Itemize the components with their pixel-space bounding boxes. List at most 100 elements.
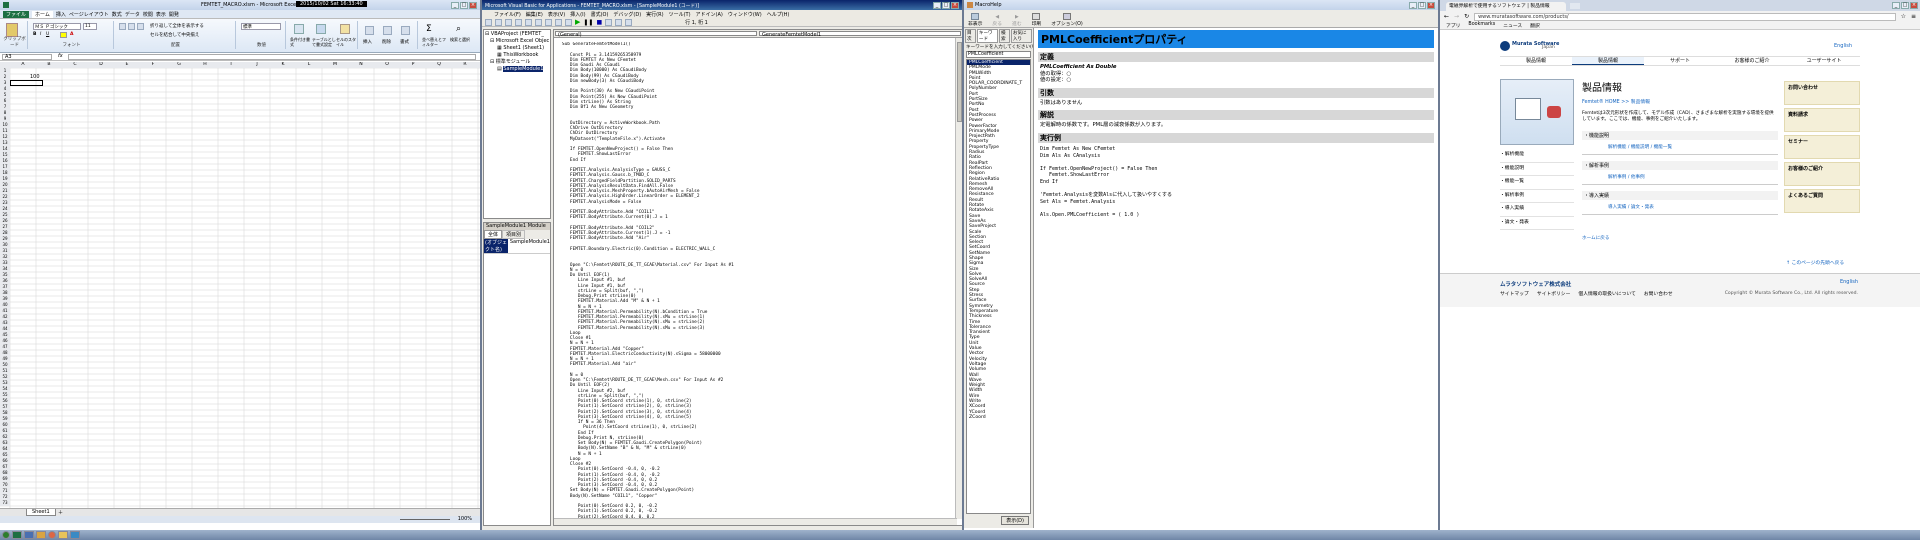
menu-icon[interactable]: ≡ xyxy=(1911,13,1916,20)
align-middle-icon[interactable] xyxy=(128,23,135,30)
tab-insert[interactable]: 挿入 xyxy=(56,11,66,18)
footer-link[interactable]: お問い合わせ xyxy=(1644,290,1673,297)
footer-english[interactable]: English xyxy=(1840,279,1858,285)
scroll-thumb[interactable] xyxy=(957,42,962,122)
save-icon[interactable] xyxy=(505,18,512,26)
redo-icon[interactable] xyxy=(565,18,572,26)
font-name-select[interactable]: ＭＳ Ｐゴシック xyxy=(33,23,81,30)
paste-icon[interactable] xyxy=(6,23,18,37)
merge-center-button[interactable]: セルを結合して中央揃え xyxy=(150,32,199,38)
column-header-h[interactable]: H xyxy=(192,62,218,68)
nav-customers[interactable]: お客様のご紹介 xyxy=(1716,57,1788,65)
close-icon[interactable]: × xyxy=(1427,1,1435,9)
feature-link[interactable]: 解析機能 / 機能説明 / 機能一覧 xyxy=(1582,140,1778,154)
tab-formulas[interactable]: 数式 xyxy=(112,11,122,18)
sigma-icon[interactable]: Σ xyxy=(426,24,432,34)
column-header-i[interactable]: I xyxy=(218,62,244,68)
column-header-d[interactable]: D xyxy=(88,62,114,68)
back-button[interactable]: ◀ 戻る xyxy=(992,15,1002,27)
properties-icon[interactable] xyxy=(625,18,633,26)
menu-window[interactable]: ウィンドウ(W) xyxy=(728,11,762,18)
tree-sheet1[interactable]: ▦ Sheet1 (Sheet1) xyxy=(485,45,549,52)
nav-user-site[interactable]: ユーザーサイト xyxy=(1788,57,1860,65)
find-icon[interactable] xyxy=(545,18,552,26)
back-arrow-icon[interactable]: ← xyxy=(1444,13,1449,20)
address-bar[interactable]: www.muratasoftware.com/products/ xyxy=(1474,12,1896,21)
wrap-text-button[interactable]: 折り返して全体を表示する xyxy=(150,23,204,29)
cut-icon[interactable] xyxy=(515,18,522,26)
bookmark-translate[interactable]: 翻訳 xyxy=(1530,22,1540,29)
keyword-list-item[interactable]: ZCoord xyxy=(967,415,1030,420)
bookmark-bookmarks[interactable]: Bookmarks xyxy=(1468,22,1495,29)
minimize-icon[interactable]: _ xyxy=(1409,1,1417,9)
underline-button[interactable]: U xyxy=(46,32,49,37)
display-button[interactable]: 表示(D) xyxy=(1001,516,1029,525)
menu-format[interactable]: 書式(O) xyxy=(591,11,609,18)
bold-button[interactable]: B xyxy=(33,32,36,37)
options-button[interactable]: オプション(O) xyxy=(1051,13,1083,27)
tab-search[interactable]: 検索 xyxy=(999,29,1010,43)
menu-help[interactable]: ヘルプ(H) xyxy=(767,11,790,18)
delete-cells-button[interactable]: 削除 xyxy=(382,39,391,45)
minimize-icon[interactable]: _ xyxy=(451,1,459,9)
object-combo[interactable]: (General) xyxy=(555,31,757,38)
find-select-button[interactable]: 検索と選択 xyxy=(450,37,476,42)
column-header-r[interactable]: R xyxy=(452,62,478,68)
paste-icon[interactable] xyxy=(535,18,542,26)
minimize-icon[interactable]: _ xyxy=(1892,2,1900,9)
keyword-list[interactable]: PMLCoefficient PMLMode PMLWidth Point POLAR_… xyxy=(966,59,1031,514)
taskbar-help-icon[interactable] xyxy=(36,531,46,539)
tab-keyword[interactable]: キーワード xyxy=(976,29,998,43)
column-header-l[interactable]: L xyxy=(296,62,322,68)
column-header-f[interactable]: F xyxy=(140,62,166,68)
column-header-e[interactable]: E xyxy=(114,62,140,68)
code-vscrollbar[interactable] xyxy=(955,38,962,519)
column-header-g[interactable]: G xyxy=(166,62,192,68)
menu-file[interactable]: ファイル(F) xyxy=(494,11,521,18)
print-button[interactable]: 印刷 xyxy=(1032,13,1041,27)
tab-data[interactable]: データ xyxy=(125,11,140,18)
column-header-k[interactable]: K xyxy=(270,62,296,68)
tab-favorites[interactable]: お気に入り xyxy=(1010,29,1032,43)
forward-button[interactable]: ▶ 進む xyxy=(1012,15,1022,27)
hide-button[interactable]: 非表示 xyxy=(968,13,982,27)
case-link[interactable]: 解析事例 / 他事例 xyxy=(1582,170,1778,184)
sheet-tab-sheet1[interactable]: Sheet1 xyxy=(26,509,56,516)
procedure-combo[interactable]: GenerateFemtetModel1 xyxy=(759,31,961,38)
bookmark-apps[interactable]: アプリ xyxy=(1446,22,1460,29)
column-header-a[interactable]: A xyxy=(10,62,36,68)
column-header-m[interactable]: M xyxy=(322,62,348,68)
maximize-icon[interactable]: □ xyxy=(1418,1,1426,9)
tab-review[interactable]: 校閲 xyxy=(143,11,153,18)
taskbar-folder-icon[interactable] xyxy=(58,531,68,539)
english-link[interactable]: English xyxy=(1834,43,1852,49)
menu-insert[interactable]: 挿入(I) xyxy=(570,11,585,18)
taskbar-chrome-icon[interactable] xyxy=(48,531,56,539)
menu-view[interactable]: 表示(V) xyxy=(548,11,565,18)
column-header-p[interactable]: P xyxy=(400,62,426,68)
left-menu-item[interactable]: ・導入実績 xyxy=(1500,203,1574,217)
tree-excel-objects[interactable]: ⊟ Microsoft Excel Objec xyxy=(485,38,549,45)
fill-color-icon[interactable] xyxy=(60,32,67,38)
keyword-input[interactable]: PMLCoefficient xyxy=(966,51,1031,58)
font-color-icon[interactable]: A xyxy=(70,32,73,37)
tab-view[interactable]: 表示 xyxy=(156,11,166,18)
cell-style-button[interactable]: セルのスタイル xyxy=(336,37,357,47)
page-top-link[interactable]: ↑ このページの先頭へ戻る xyxy=(1786,259,1844,266)
name-box[interactable]: A3 xyxy=(2,54,52,60)
table-format-button[interactable]: テーブルとして書式設定 xyxy=(312,37,336,47)
footer-link[interactable]: サイトマップ xyxy=(1500,290,1529,297)
project-explorer-icon[interactable] xyxy=(615,18,623,26)
taskbar-excel-icon[interactable] xyxy=(12,531,22,539)
browser-tab[interactable]: 電磁界解析で使用するソフトウェア | 製品情報 xyxy=(1446,2,1566,11)
row-header[interactable]: 73 xyxy=(0,500,10,506)
tree-vbaproject[interactable]: ⊟ VBAProject (FEMTET_ xyxy=(485,31,549,38)
help-titlebar[interactable]: MacroHelp _ □ × xyxy=(964,0,1438,10)
props-tab-alphabetic[interactable]: 全体 xyxy=(484,230,503,239)
align-bottom-icon[interactable] xyxy=(137,23,144,30)
forward-arrow-icon[interactable]: → xyxy=(1454,13,1459,20)
footer-link[interactable]: サイトポリシー xyxy=(1537,290,1571,297)
vbe-titlebar[interactable]: Microsoft Visual Basic for Applications … xyxy=(482,0,962,10)
left-menu-item[interactable]: ・論文・発表 xyxy=(1500,217,1574,230)
code-hscrollbar[interactable] xyxy=(554,518,957,525)
